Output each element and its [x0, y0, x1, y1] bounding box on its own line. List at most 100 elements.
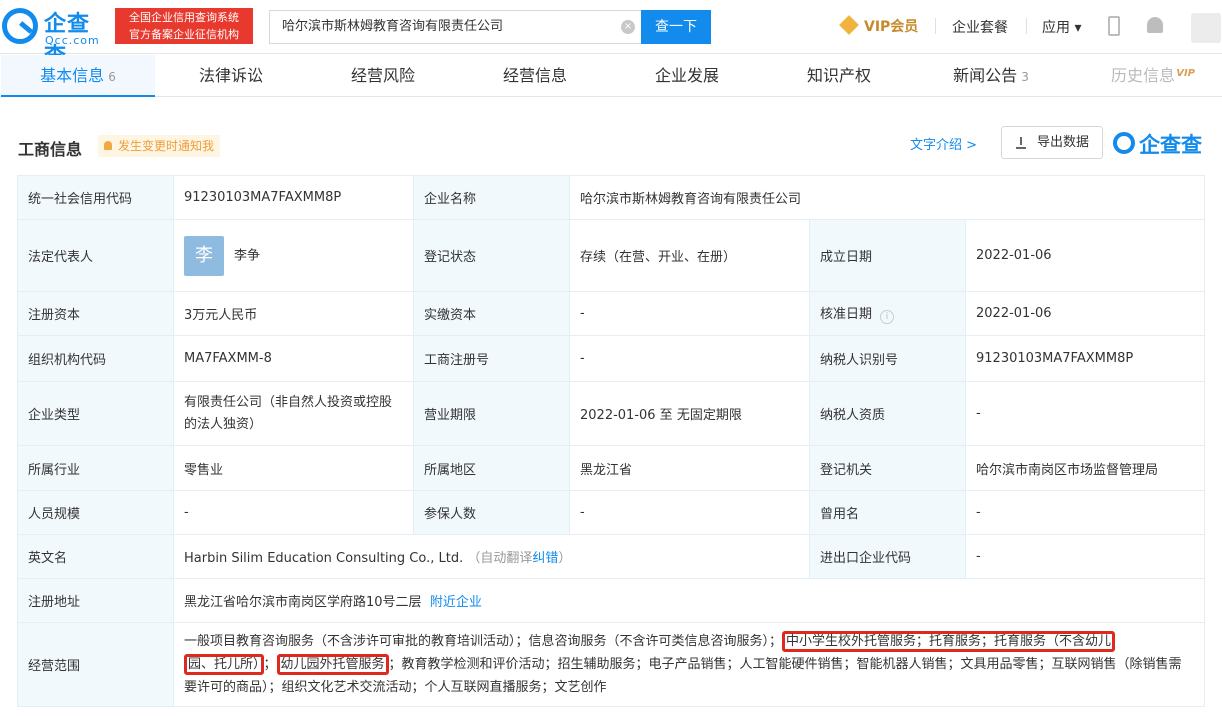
- change-notify-button[interactable]: 发生变更时通知我: [98, 135, 221, 157]
- authority-value: 哈尔滨市南岗区市场监督管理局: [965, 445, 1205, 491]
- field-label: 核准日期: [820, 307, 873, 322]
- credit-code-value: 91230103MA7FAXMM8P: [173, 175, 414, 220]
- region-value: 黑龙江省: [569, 445, 810, 491]
- vip-label: VIP会员: [864, 19, 919, 35]
- enterprise-suite-link[interactable]: 企业套餐: [952, 17, 1008, 37]
- tab-news[interactable]: 新闻公告 3: [915, 55, 1067, 97]
- field-label: 登记机关: [809, 445, 966, 491]
- tab-ip[interactable]: 知识产权: [763, 55, 915, 97]
- search-button[interactable]: 查一下: [641, 10, 711, 44]
- tab-operating-info[interactable]: 经营信息: [459, 55, 611, 97]
- table-row: 注册地址 黑龙江省哈尔滨市南岗区学府路10号二层 附近企业: [17, 578, 1205, 623]
- english-name-cell: Harbin Silim Education Consulting Co., L…: [173, 534, 810, 579]
- vip-tag: VIP: [1176, 68, 1195, 79]
- section-header: 工商信息 发生变更时通知我 文字介绍 > 导出数据 企查查: [18, 126, 1208, 162]
- field-label: 英文名: [17, 534, 174, 579]
- field-label: 纳税人资质: [809, 381, 966, 446]
- logo-icon: [2, 8, 38, 44]
- mobile-icon[interactable]: [1108, 16, 1120, 36]
- field-label: 实缴资本: [413, 291, 570, 336]
- table-row: 注册资本 3万元人民币 实缴资本 - 核准日期 i 2022-01-06: [17, 291, 1205, 336]
- paid-capital-value: -: [569, 291, 810, 336]
- business-info-table: 统一社会信用代码 91230103MA7FAXMM8P 企业名称 哈尔滨市斯林姆…: [17, 175, 1205, 707]
- legal-rep-avatar[interactable]: 李: [184, 235, 224, 276]
- apps-menu[interactable]: 应用 ▾: [1042, 17, 1081, 37]
- section-title: 工商信息: [18, 140, 83, 159]
- table-row: 法定代表人 李李争 登记状态 存续（在营、开业、在册） 成立日期 2022-01…: [17, 219, 1205, 292]
- field-label: 所属行业: [17, 445, 174, 491]
- search-value: 哈尔滨市斯林姆教育咨询有限责任公司: [282, 19, 504, 34]
- company-name-value: 哈尔滨市斯林姆教育咨询有限责任公司: [569, 175, 1205, 220]
- certification-badge: 全国企业信用查询系统 官方备案企业征信机构: [115, 8, 253, 44]
- tab-bar: 基本信息 6 法律诉讼 经营风险 经营信息 企业发展 知识产权 新闻公告 3 历史信…: [0, 55, 1222, 97]
- table-row: 人员规模 - 参保人数 - 曾用名 -: [17, 490, 1205, 535]
- field-label: 曾用名: [809, 490, 966, 535]
- tab-history[interactable]: 历史信息 VIP: [1067, 55, 1219, 97]
- former-name-value: -: [965, 490, 1205, 535]
- export-data-button[interactable]: 导出数据: [1001, 126, 1103, 159]
- table-row: 经营范围 一般项目教育咨询服务（不含涉许可审批的教育培训活动）；信息咨询服务（不…: [17, 622, 1205, 707]
- tab-label: 历史信息: [1110, 66, 1175, 85]
- field-label: 法定代表人: [17, 219, 174, 292]
- table-row: 英文名 Harbin Silim Education Consulting Co…: [17, 534, 1205, 579]
- clear-icon[interactable]: ×: [621, 20, 635, 34]
- tab-development[interactable]: 企业发展: [611, 55, 763, 97]
- text-intro-link[interactable]: 文字介绍 >: [910, 134, 977, 153]
- scope-text: ；: [263, 657, 277, 672]
- info-icon[interactable]: i: [880, 310, 895, 324]
- tab-label: 企业发展: [654, 66, 719, 85]
- tab-label: 基本信息: [40, 66, 105, 85]
- correct-link[interactable]: 纠错: [532, 551, 558, 566]
- approval-date-label-cell: 核准日期 i: [809, 291, 966, 336]
- field-label: 工商注册号: [413, 335, 570, 382]
- nearby-companies-link[interactable]: 附近企业: [430, 595, 482, 610]
- search-input[interactable]: 哈尔滨市斯林姆教育咨询有限责任公司 ×: [269, 10, 641, 44]
- legal-rep-name[interactable]: 李争: [234, 248, 260, 263]
- reg-status-value: 存续（在营、开业、在册）: [569, 219, 810, 292]
- biz-reg-no-value: -: [569, 335, 810, 382]
- tab-label: 新闻公告: [953, 66, 1018, 85]
- tab-operating-risk[interactable]: 经营风险: [307, 55, 459, 97]
- tab-basic-info[interactable]: 基本信息 6: [1, 55, 155, 97]
- field-label: 成立日期: [809, 219, 966, 292]
- field-label: 组织机构代码: [17, 335, 174, 382]
- address-value: 黑龙江省哈尔滨市南岗区学府路10号二层: [184, 595, 422, 610]
- term-value: 2022-01-06 至 无固定期限: [569, 381, 810, 446]
- download-icon: [1016, 137, 1026, 149]
- export-label: 导出数据: [1036, 135, 1089, 150]
- scope-text: 一般项目教育咨询服务（不含涉许可审批的教育培训活动）；信息咨询服务（不含许可类信…: [184, 634, 783, 649]
- english-name-value: Harbin Silim Education Consulting Co., L…: [184, 551, 464, 566]
- tab-label: 法律诉讼: [198, 66, 263, 85]
- user-avatar[interactable]: [1191, 13, 1221, 43]
- field-label: 注册资本: [17, 291, 174, 336]
- brand-logo-icon: [1113, 132, 1135, 154]
- tab-label: 经营风险: [350, 66, 415, 85]
- company-type-value: 有限责任公司（非自然人投资或控股的法人独资）: [173, 381, 414, 446]
- field-label: 人员规模: [17, 490, 174, 535]
- field-label: 营业期限: [413, 381, 570, 446]
- qcc-logo[interactable]: 企查查 Qcc.com: [2, 6, 112, 69]
- field-label: 参保人数: [413, 490, 570, 535]
- vip-member-link[interactable]: VIP会员: [839, 15, 919, 36]
- founded-value: 2022-01-06: [965, 219, 1205, 292]
- top-header: 企查查 Qcc.com 全国企业信用查询系统 官方备案企业征信机构 哈尔滨市斯林…: [0, 0, 1222, 69]
- vip-diamond-icon: [839, 15, 859, 35]
- highlight-box: 园、托儿所）: [184, 654, 264, 675]
- auto-translate-note: （自动翻译: [467, 551, 533, 566]
- auto-translate-close: ）: [558, 551, 572, 566]
- address-cell: 黑龙江省哈尔滨市南岗区学府路10号二层 附近企业: [173, 578, 1205, 623]
- notification-bell-icon[interactable]: [1147, 17, 1163, 33]
- table-row: 所属行业 零售业 所属地区 黑龙江省 登记机关 哈尔滨市南岗区市场监督管理局: [17, 445, 1205, 491]
- table-row: 统一社会信用代码 91230103MA7FAXMM8P 企业名称 哈尔滨市斯林姆…: [17, 175, 1205, 220]
- badge-line-2: 官方备案企业征信机构: [129, 28, 239, 41]
- legal-rep-cell: 李李争: [173, 219, 414, 292]
- table-row: 组织机构代码 MA7FAXMM-8 工商注册号 - 纳税人识别号 9123010…: [17, 335, 1205, 382]
- field-label: 统一社会信用代码: [17, 175, 174, 220]
- logo-subtitle: Qcc.com: [45, 34, 100, 47]
- divider: [1026, 18, 1027, 34]
- taxpayer-id-value: 91230103MA7FAXMM8P: [965, 335, 1205, 382]
- field-label: 所属地区: [413, 445, 570, 491]
- tab-legal[interactable]: 法律诉讼: [155, 55, 307, 97]
- field-label: 纳税人识别号: [809, 335, 966, 382]
- notify-label: 发生变更时通知我: [118, 139, 215, 153]
